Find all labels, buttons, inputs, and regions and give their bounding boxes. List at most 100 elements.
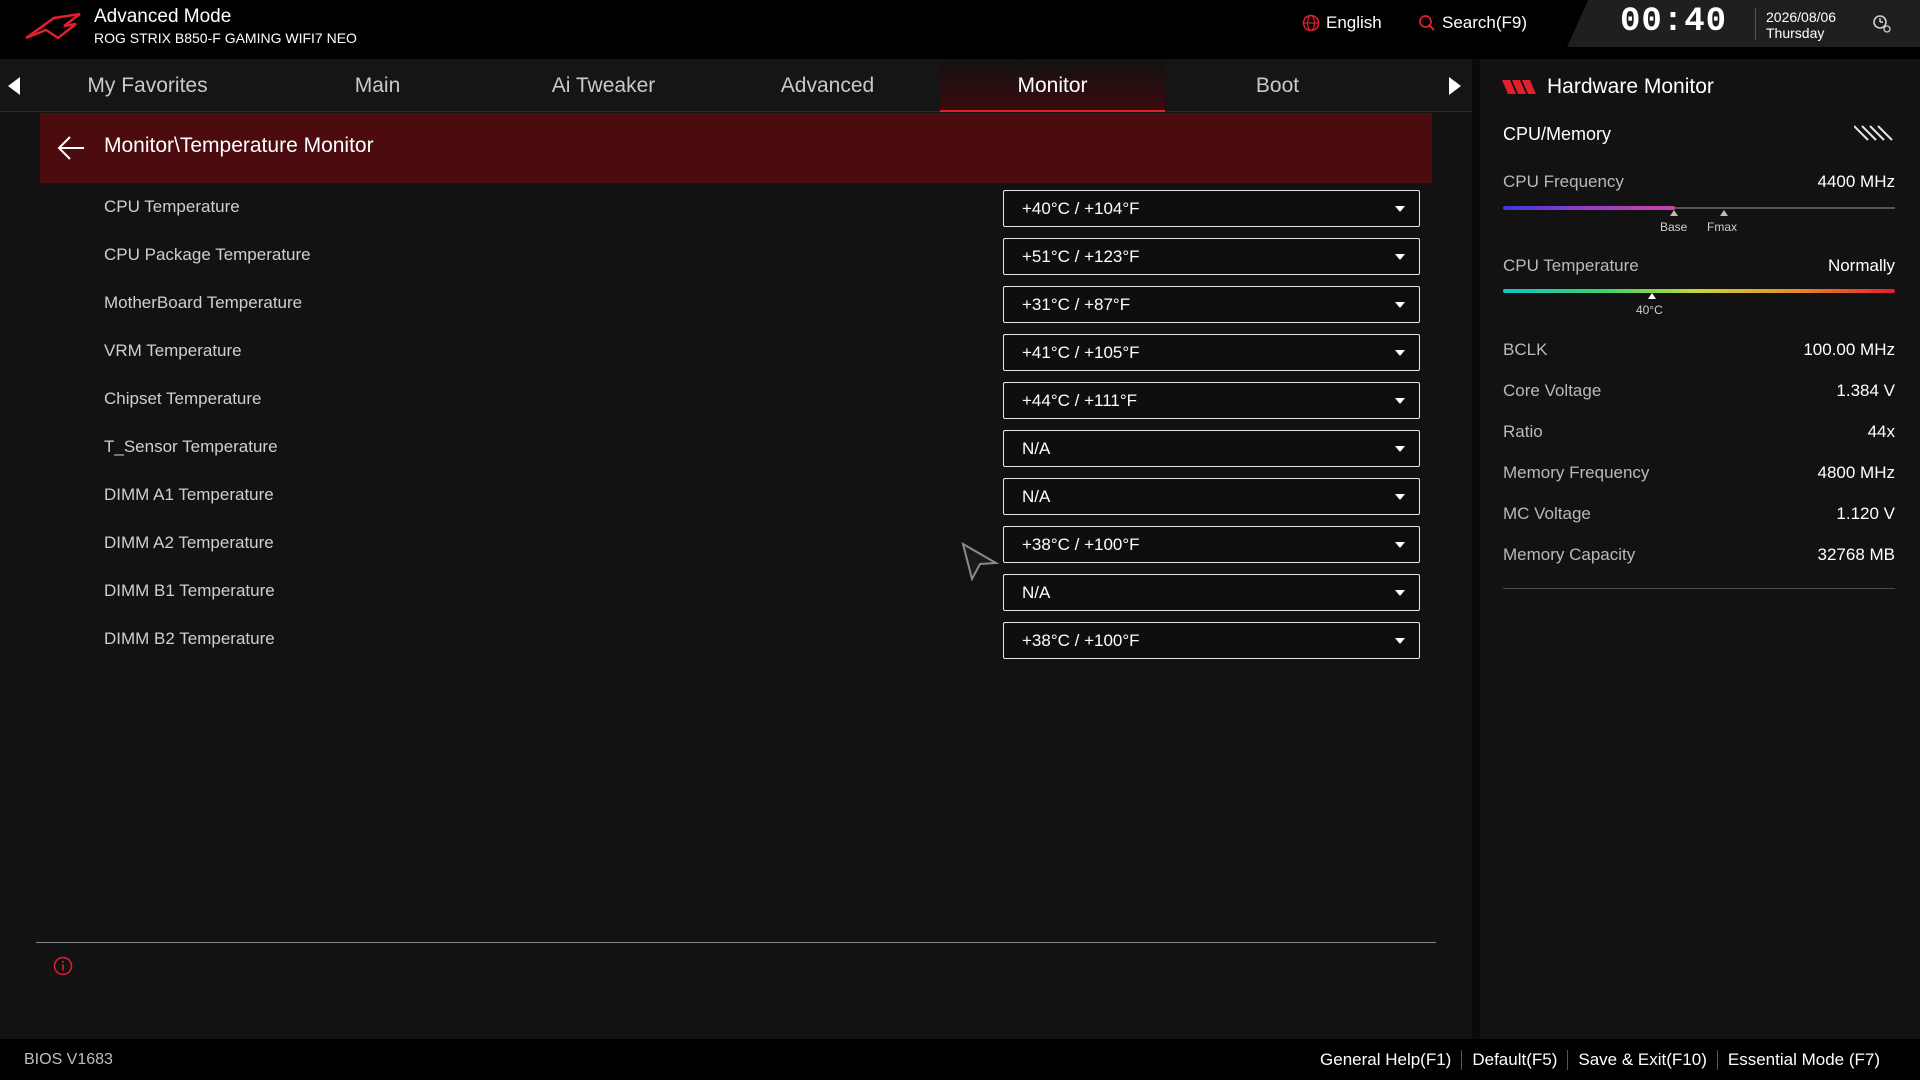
base-marker-icon [1670,210,1678,216]
setting-row-dimm-a2-temperature: DIMM A2 Temperature +38°C / +100°F [104,524,1420,564]
back-arrow-icon[interactable] [56,135,86,161]
hw-value: 32768 MB [1817,545,1896,564]
caret-down-icon [1395,206,1405,212]
tabs-scroll-left-icon[interactable] [8,77,20,95]
default-button[interactable]: Default(F5) [1461,1050,1567,1070]
hw-label: BCLK [1503,340,1548,359]
language-button[interactable]: English [1302,13,1382,33]
bios-version: BIOS V1683 [24,1051,113,1068]
base-label: Base [1660,220,1688,234]
setting-value: +38°C / +100°F [1022,631,1140,650]
cpu-temperature-row: CPU Temperature Normally [1503,256,1895,282]
clock: 00:40 [1620,3,1728,41]
hardware-monitor-title: Hardware Monitor [1547,75,1714,98]
top-bar: Advanced Mode ROG STRIX B850-F GAMING WI… [0,0,1920,59]
hw-value: Normally [1827,256,1895,275]
hw-label: Memory Capacity [1503,545,1636,564]
setting-row-cpu-temperature: CPU Temperature +40°C / +104°F [104,188,1420,228]
mode-title: Advanced Mode [94,6,232,27]
tab-advanced[interactable]: Advanced [715,59,940,112]
hw-value: 44x [1867,422,1895,441]
setting-row-motherboard-temperature: MotherBoard Temperature +31°C / +87°F [104,284,1420,324]
ratio-row: Ratio 44x [1503,422,1895,448]
setting-value-dropdown[interactable]: +41°C / +105°F [1003,334,1420,371]
mouse-cursor-icon [961,541,1000,581]
date-value: 2026/08/06 [1766,9,1837,25]
caret-down-icon [1395,350,1405,356]
setting-value-dropdown[interactable]: N/A [1003,574,1420,611]
tab-boot[interactable]: Boot [1165,59,1390,112]
tab-my-favorites[interactable]: My Favorites [35,59,260,112]
footer-actions: General Help(F1) Default(F5) Save & Exit… [1310,1050,1890,1070]
globe-icon [1302,14,1320,32]
date: 2026/08/06 Thursday [1766,9,1836,41]
general-help-button[interactable]: General Help(F1) [1310,1050,1461,1070]
mc-voltage-row: MC Voltage 1.120 V [1503,504,1895,530]
setting-value: N/A [1022,583,1051,602]
fmax-label: Fmax [1707,220,1737,234]
search-label: Search(F9) [1442,13,1528,32]
temperature-marker-icon [1647,293,1656,299]
cpu-frequency-row: CPU Frequency 4400 MHz [1503,172,1895,198]
bclk-row: BCLK 100.00 MHz [1503,340,1895,366]
setting-label: CPU Package Temperature [104,245,311,264]
cpu-temperature-bar [1503,289,1895,293]
date-divider [1755,8,1756,40]
setting-value: +38°C / +100°F [1022,535,1140,554]
setting-value-dropdown[interactable]: +44°C / +111°F [1003,382,1420,419]
setting-label: Chipset Temperature [104,389,262,408]
setting-row-dimm-b2-temperature: DIMM B2 Temperature +38°C / +100°F [104,620,1420,660]
search-icon [1419,15,1435,31]
caret-down-icon [1395,446,1405,452]
cpu-frequency-bar-fill [1503,206,1676,210]
caret-down-icon [1395,302,1405,308]
setting-value-dropdown[interactable]: +38°C / +100°F [1003,526,1420,563]
setting-row-vrm-temperature: VRM Temperature +41°C / +105°F [104,332,1420,372]
main-menu-tabs: My Favorites Main Ai Tweaker Advanced Mo… [0,59,1472,112]
save-exit-button[interactable]: Save & Exit(F10) [1567,1050,1717,1070]
setting-label: DIMM B2 Temperature [104,629,275,648]
clock-settings-icon[interactable] [1870,12,1892,34]
tab-ai-tweaker[interactable]: Ai Tweaker [491,59,716,112]
hw-label: Core Voltage [1503,381,1602,400]
setting-label: DIMM B1 Temperature [104,581,275,600]
tab-monitor[interactable]: Monitor [940,59,1165,112]
memory-capacity-row: Memory Capacity 32768 MB [1503,545,1895,571]
setting-value: +44°C / +111°F [1022,391,1138,410]
caret-down-icon [1395,254,1405,260]
setting-value-dropdown[interactable]: +40°C / +104°F [1003,190,1420,227]
tabs-scroll-right-icon[interactable] [1449,77,1461,95]
hw-label: Memory Frequency [1503,463,1650,482]
setting-row-chipset-temperature: Chipset Temperature +44°C / +111°F [104,380,1420,420]
setting-value-dropdown[interactable]: +31°C / +87°F [1003,286,1420,323]
info-icon [53,956,73,976]
setting-row-t-sensor-temperature: T_Sensor Temperature N/A [104,428,1420,468]
essential-mode-button[interactable]: Essential Mode (F7) [1716,1050,1890,1070]
setting-label: CPU Temperature [104,197,240,216]
setting-value-dropdown[interactable]: N/A [1003,430,1420,467]
setting-value-dropdown[interactable]: N/A [1003,478,1420,515]
section-stripes-icon[interactable] [1854,124,1894,142]
setting-label: DIMM A2 Temperature [104,533,274,552]
hardware-monitor-separator [1503,588,1895,589]
setting-value-dropdown[interactable]: +51°C / +123°F [1003,238,1420,275]
breadcrumb-path: Monitor\Temperature Monitor [104,134,374,157]
setting-label: DIMM A1 Temperature [104,485,274,504]
hw-label: Ratio [1503,422,1543,441]
setting-label: VRM Temperature [104,341,242,360]
search-button[interactable]: Search(F9) [1418,13,1527,33]
setting-row-cpu-package-temperature: CPU Package Temperature +51°C / +123°F [104,236,1420,276]
setting-row-dimm-a1-temperature: DIMM A1 Temperature N/A [104,476,1420,516]
hw-value: 100.00 MHz [1803,340,1895,359]
hw-value: 1.120 V [1836,504,1895,523]
rog-logo-icon [25,12,81,40]
weekday: Thursday [1766,25,1825,41]
tab-main[interactable]: Main [265,59,490,112]
setting-value-dropdown[interactable]: +38°C / +100°F [1003,622,1420,659]
caret-down-icon [1395,590,1405,596]
setting-label: MotherBoard Temperature [104,293,303,312]
setting-label: T_Sensor Temperature [104,437,278,456]
setting-value: +41°C / +105°F [1022,343,1140,362]
help-separator [36,942,1436,943]
caret-down-icon [1395,638,1405,644]
